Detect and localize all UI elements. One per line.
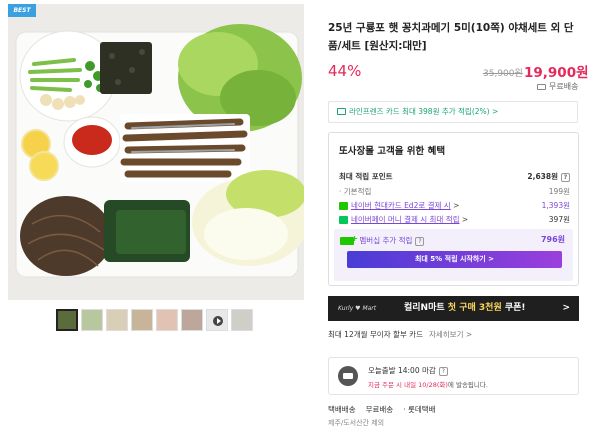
membership-start-button[interactable]: 최대 5% 적립 시작하기 >: [347, 251, 562, 268]
thumbnail-strip: [56, 309, 253, 331]
npay-money-row: 네이버페이 머니 결제 시 최대 적립 > 397원: [339, 214, 570, 225]
membership-label: 멤버십 추가 적립?: [340, 234, 425, 246]
thumbnail-3[interactable]: [106, 309, 128, 331]
product-main-image: BEST: [8, 4, 304, 300]
help-icon[interactable]: ?: [415, 236, 425, 246]
benefit-box: 또사장몰 고객을 위한 혜택 최대 적립 포인트 2,638원? · 기본적립 …: [328, 132, 579, 286]
kurly-mart-logo: Kurly ♥ Mart: [338, 305, 377, 312]
naver-plus-icon: [340, 234, 358, 245]
max-points-row: 최대 적립 포인트 2,638원?: [339, 171, 570, 182]
product-title: 25년 구룡포 햇 꽁치과메기 5미(10쪽) 야채세트 외 단품/세트 [원산…: [328, 22, 574, 52]
delivery-info-box: 오늘출발 14:00 마감? 지금 주문 시 내일 10/28(화)에 발송됩니…: [328, 357, 579, 395]
kurly-text-prefix: 컬리N마트: [404, 303, 448, 313]
shipping-line: 택배배송 무료배송 · 롯데택배: [328, 404, 446, 415]
play-icon: [213, 316, 223, 326]
kurly-text-suffix: 쿠폰!: [501, 303, 526, 313]
basic-points-label: · 기본적립: [339, 187, 372, 196]
thumbnail-4[interactable]: [131, 309, 153, 331]
membership-area: 멤버십 추가 적립? 796원 최대 5% 적립 시작하기 >: [334, 229, 573, 281]
help-icon[interactable]: ?: [561, 172, 570, 182]
card-benefit-text: 라인프렌즈 카드 최대 398원 추가 적립(2%) >: [349, 107, 499, 116]
naver-pay-money-icon: [339, 216, 348, 224]
discount-rate: 44%: [328, 62, 362, 80]
shipping-note: 제주/도서산간 제외: [328, 419, 385, 427]
delivery-title: 오늘출발 14:00 마감?: [368, 365, 448, 376]
installment-text: 최대 12개월 무이자 할부 카드: [328, 330, 423, 339]
npay-money-value: 397원: [548, 215, 570, 224]
installment-more-link[interactable]: 자세히보기 >: [429, 330, 472, 339]
free-shipping-text: 무료배송: [549, 82, 579, 91]
hyundai-card-row: 네이버 현대카드 Ed2로 결제 시 > 1,393원: [339, 200, 570, 211]
membership-value: 796원: [540, 235, 565, 244]
thumbnail-6[interactable]: [181, 309, 203, 331]
thumbnail-8[interactable]: [231, 309, 253, 331]
thumbnail-2[interactable]: [81, 309, 103, 331]
truck-icon: [537, 83, 546, 90]
max-points-label: 최대 적립 포인트: [339, 172, 393, 181]
card-benefit-link[interactable]: 라인프렌즈 카드 최대 398원 추가 적립(2%) >: [328, 101, 578, 123]
shipping-carrier: · 롯데택배: [403, 405, 436, 414]
benefit-title: 또사장몰 고객을 위한 혜택: [339, 146, 446, 157]
hyundai-card-link[interactable]: 네이버 현대카드 Ed2로 결제 시: [351, 201, 451, 210]
chevron-right-icon: >: [562, 303, 570, 313]
help-icon[interactable]: ?: [438, 366, 448, 376]
basic-points-value: 199원: [548, 187, 570, 196]
best-badge: BEST: [8, 4, 36, 17]
naver-pay-icon: [339, 202, 348, 210]
basic-points-row: · 기본적립 199원: [339, 186, 570, 197]
npay-money-link[interactable]: 네이버페이 머니 결제 시 최대 적립: [351, 215, 460, 224]
shipping-fee: 무료배송: [365, 405, 394, 414]
sale-price: 19,900원: [524, 65, 589, 81]
installment-row: 최대 12개월 무이자 할부 카드 자세히보기 >: [328, 329, 472, 340]
product-photo: [8, 4, 304, 300]
thumbnail-5[interactable]: [156, 309, 178, 331]
thumbnail-video[interactable]: [206, 309, 228, 331]
original-price: 35,900원: [483, 69, 523, 79]
shipping-type: 택배배송: [328, 405, 356, 414]
kurly-coupon-banner[interactable]: Kurly ♥ Mart 컬리N마트 첫 구매 3천원 쿠폰! >: [328, 296, 579, 321]
delivery-truck-icon: [338, 366, 358, 386]
delivery-subtitle: 지금 주문 시 내일 10/28(화)에 발송됩니다.: [368, 381, 488, 389]
thumbnail-1[interactable]: [56, 309, 78, 331]
credit-card-icon: [337, 108, 346, 115]
hyundai-card-value: 1,393원: [541, 201, 570, 210]
kurly-text-accent: 첫 구매 3천원: [447, 303, 502, 313]
free-shipping-label: 무료배송: [537, 81, 578, 92]
max-points-value: 2,638원?: [527, 171, 570, 182]
